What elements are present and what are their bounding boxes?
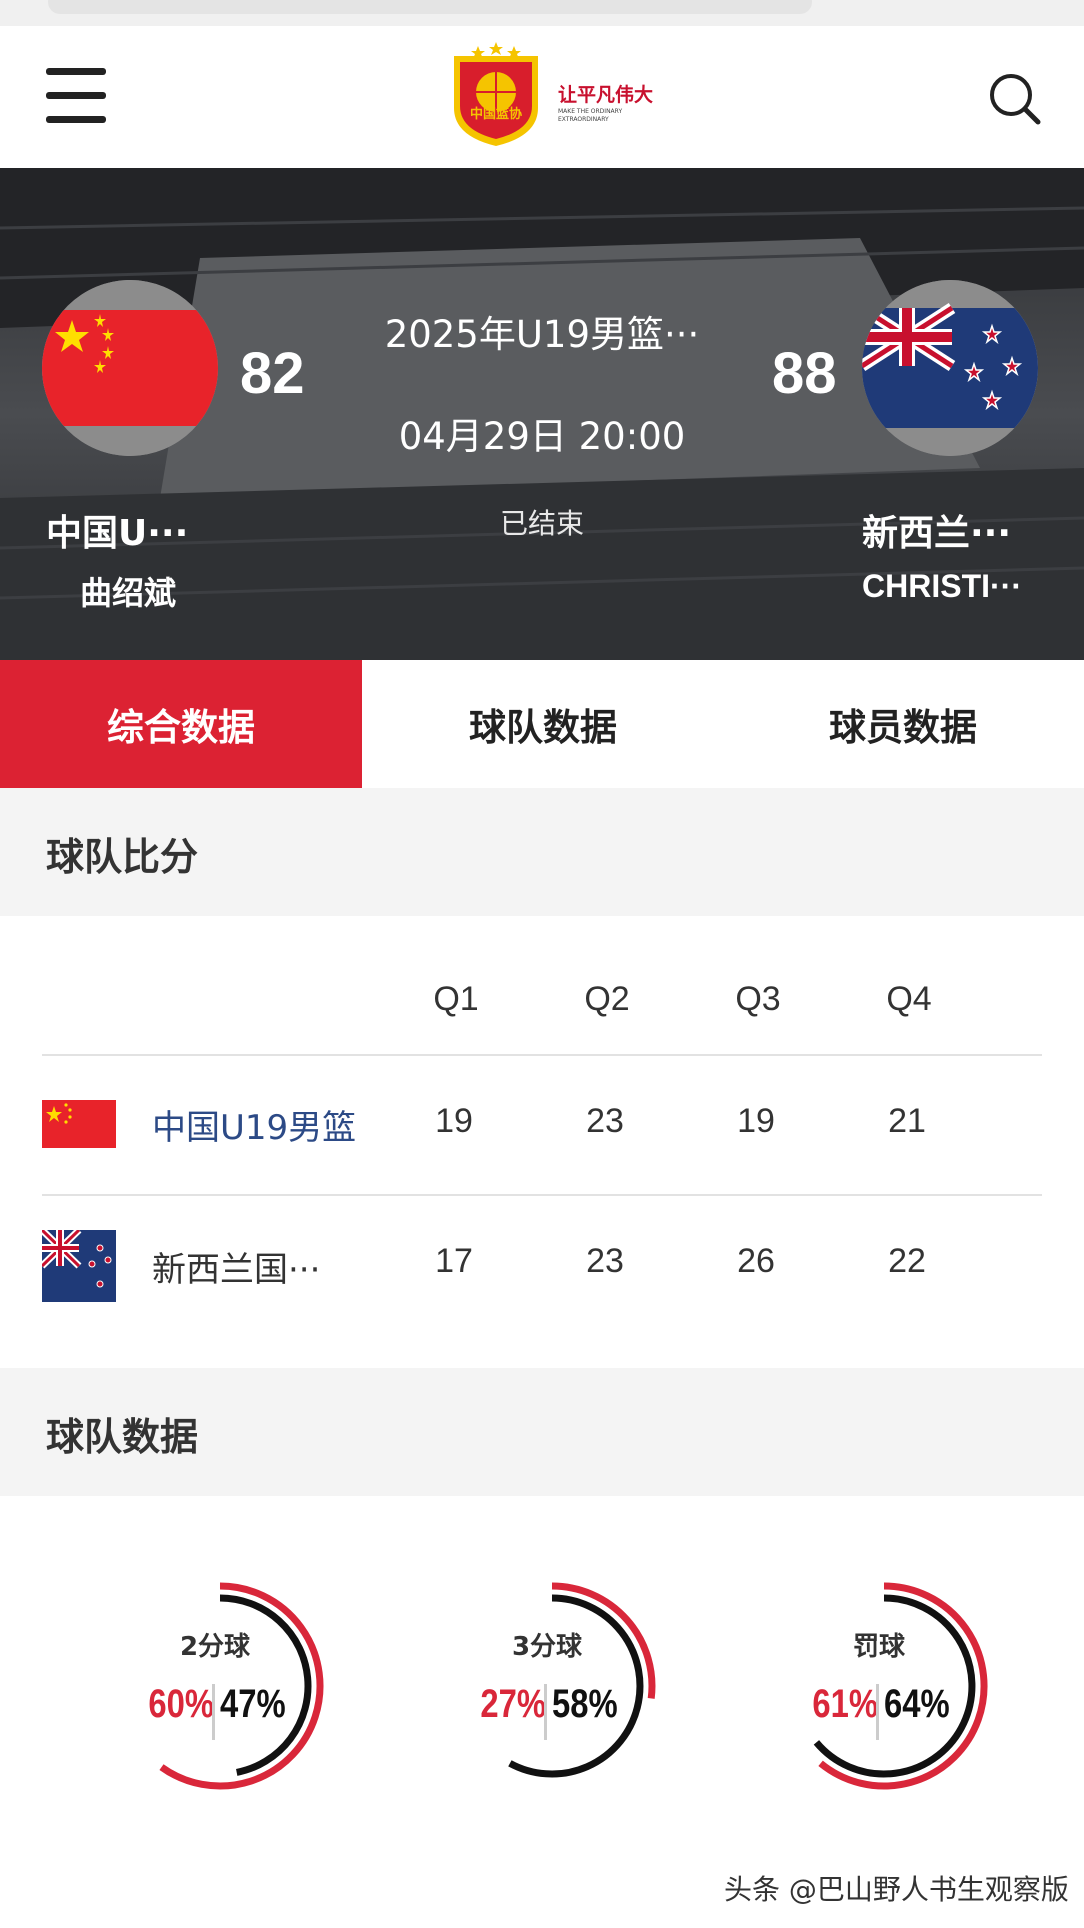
separator: [876, 1684, 879, 1740]
divider: [42, 1054, 1042, 1056]
ring-label: 罚球: [852, 1632, 905, 1662]
tab-overview[interactable]: 综合数据: [0, 660, 362, 788]
quarter-header-q1: Q1: [433, 980, 479, 1018]
quarter-header-q3: Q3: [735, 980, 781, 1018]
match-hero: 82 2025年U19男篮··· 04月29日 20:00 已结束 88 中国U…: [0, 168, 1084, 660]
table-cell: 26: [737, 1242, 775, 1280]
home-team-name[interactable]: 中国U···: [46, 504, 188, 556]
search-icon[interactable]: [986, 70, 1044, 128]
game-title: 2025年U19男篮···: [384, 313, 700, 356]
new-zealand-flag-icon: [42, 1230, 116, 1302]
separator: [544, 1684, 547, 1740]
away-percentage: 64%: [884, 1682, 950, 1726]
table-row-team-name[interactable]: 新西兰国···: [152, 1242, 320, 1291]
slogan-en-text: MAKE THE ORDINARY EXTRAORDINARY: [558, 108, 623, 123]
watermark-text: 头条 @巴山野人书生观察版: [724, 1873, 1069, 1906]
team-score-section-header: 球队比分: [0, 788, 1084, 916]
separator: [212, 1684, 215, 1740]
stat-ring-ft: 罚球 61% 64%: [784, 1566, 1004, 1816]
team-stats-section-header: 球队数据: [0, 1368, 1084, 1496]
slogan-text: 让平凡伟大: [558, 84, 654, 106]
stats-tabs: 综合数据 球队数据 球员数据: [0, 660, 1084, 788]
china-flag-icon: [42, 1100, 116, 1148]
game-status: 已结束: [499, 507, 584, 540]
away-percentage: 47%: [220, 1682, 286, 1726]
table-cell: 21: [888, 1102, 926, 1140]
table-cell: 23: [586, 1102, 624, 1140]
app-header: 中国篮协 让平凡伟大 MAKE THE ORDINARY EXTRAORDINA…: [0, 26, 1084, 169]
cba-logo[interactable]: 中国篮协 让平凡伟大 MAKE THE ORDINARY EXTRAORDINA…: [448, 42, 653, 152]
home-percentage: 61%: [812, 1682, 878, 1726]
game-time: 04月29日 20:00: [398, 415, 686, 458]
home-percentage: 60%: [148, 1682, 214, 1726]
tab-player-stats[interactable]: 球员数据: [722, 660, 1084, 788]
table-cell: 19: [737, 1102, 775, 1140]
divider: [42, 1194, 1042, 1196]
china-flag-icon: [42, 280, 218, 456]
cba-badge-icon: 中国篮协: [454, 42, 538, 146]
address-pill[interactable]: [48, 0, 812, 14]
home-coach-name: 曲绍斌: [80, 574, 177, 612]
away-percentage: 58%: [552, 1682, 618, 1726]
tab-team-stats[interactable]: 球队数据: [362, 660, 724, 788]
new-zealand-flag-icon: [862, 280, 1038, 456]
browser-address-bar: [0, 0, 1084, 26]
quarter-header-q4: Q4: [886, 980, 932, 1018]
section-title: 球队数据: [46, 1415, 199, 1459]
ring-label: 2分球: [179, 1632, 251, 1662]
table-cell: 17: [435, 1242, 473, 1280]
table-cell: 22: [888, 1242, 926, 1280]
section-title: 球队比分: [46, 835, 199, 879]
home-score: 82: [240, 341, 305, 406]
table-row-team-name[interactable]: 中国U19男篮: [152, 1100, 356, 1149]
home-percentage: 27%: [480, 1682, 546, 1726]
stat-ring-3pt: 3分球 27% 58%: [452, 1566, 672, 1816]
away-team-name[interactable]: 新西兰···: [862, 504, 1011, 556]
hamburger-menu-icon[interactable]: [46, 66, 106, 126]
table-cell: 19: [435, 1102, 473, 1140]
ring-label: 3分球: [511, 1632, 583, 1662]
svg-text:中国篮协: 中国篮协: [470, 106, 522, 122]
table-cell: 23: [586, 1242, 624, 1280]
stat-ring-2pt: 2分球 60% 47%: [120, 1566, 340, 1816]
away-coach-name: CHRISTI···: [862, 568, 1022, 604]
quarter-header-q2: Q2: [584, 980, 630, 1018]
away-score: 88: [772, 341, 837, 406]
